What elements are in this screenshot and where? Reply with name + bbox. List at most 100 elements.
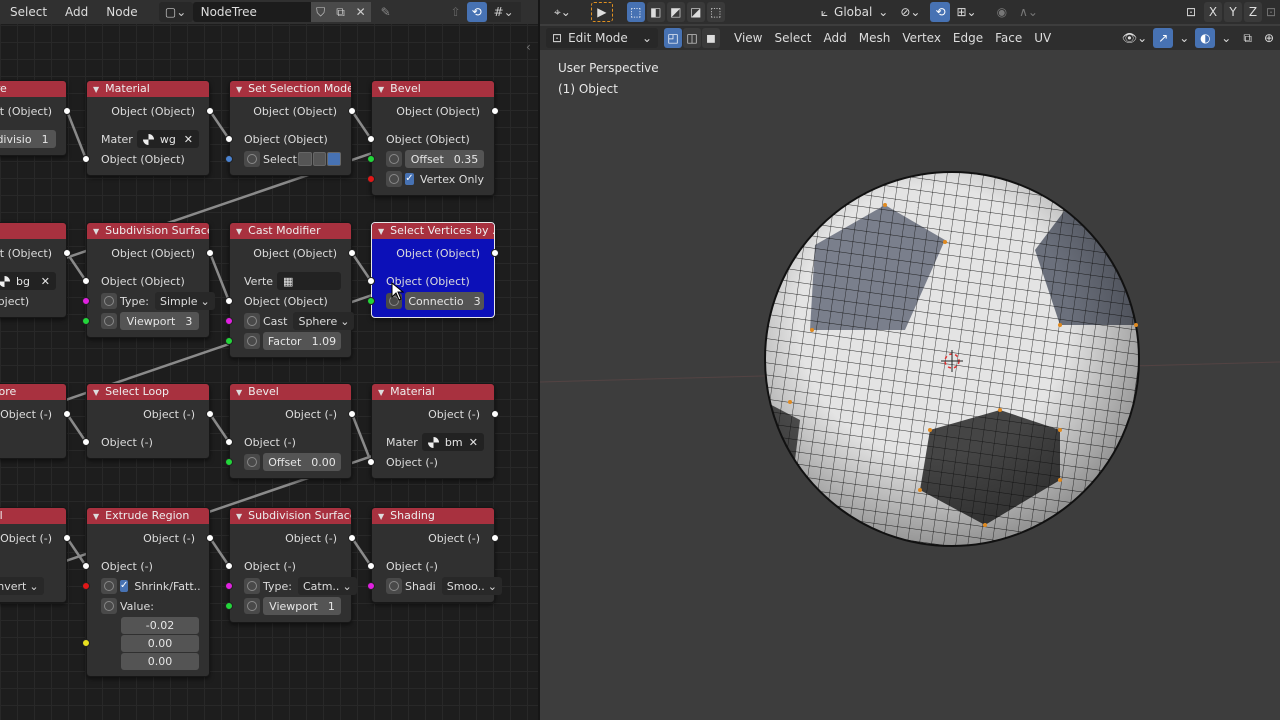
node[interactable]: ▼ Bevel Object (Object) Object (Object) Offs… <box>367 80 499 196</box>
input-socket[interactable] <box>225 458 233 466</box>
node[interactable]: ▼ Select Vertices by ... Object (Object) Ob… <box>367 222 499 318</box>
value-field[interactable]: Connectio 3 <box>405 292 484 310</box>
input-socket[interactable] <box>225 155 233 163</box>
output-socket[interactable] <box>206 410 214 418</box>
checkbox[interactable]: ✓ <box>120 580 129 592</box>
node[interactable]: ▼ Subdivision Surface... Object (-) Object … <box>225 507 357 623</box>
node[interactable]: ▼ Shading Object (-) Object (-) Shadi Smoo.. ⌄ <box>367 507 502 603</box>
input-socket[interactable] <box>225 562 233 570</box>
node-header[interactable]: ▼ Select Loop <box>87 384 209 400</box>
input-socket[interactable] <box>367 277 375 285</box>
collapse-triangle-icon[interactable]: ▼ <box>236 388 242 397</box>
duplicate-icon[interactable]: ⧉ <box>330 2 351 22</box>
select-tool-icon[interactable]: ▶ <box>590 2 613 22</box>
input-socket[interactable] <box>367 135 375 143</box>
input-socket[interactable] <box>82 297 90 305</box>
output-socket[interactable] <box>348 534 356 542</box>
vertex-select-icon[interactable]: ◰ <box>664 28 682 48</box>
snap-target-icon[interactable]: ⊞⌄ <box>950 2 983 22</box>
select-new-icon[interactable]: ⬚ <box>626 2 645 22</box>
edge-select-icon[interactable]: ◫ <box>683 28 701 48</box>
select-subtract-icon[interactable]: ◩ <box>666 2 685 22</box>
snap-icon[interactable]: ⟲ <box>930 2 951 22</box>
vertex-group-field[interactable]: ▦ <box>277 272 341 290</box>
falloff-icon[interactable]: ∧⌄ <box>1013 2 1044 22</box>
node-header[interactable]: ▼ Material <box>372 384 494 400</box>
collapse-triangle-icon[interactable]: ▼ <box>236 512 242 521</box>
input-socket[interactable] <box>225 438 233 446</box>
select-face-icon[interactable] <box>327 152 341 166</box>
clear-x-icon[interactable]: ✕ <box>469 436 478 449</box>
face-select-icon[interactable]: ◼ <box>702 28 720 48</box>
output-socket[interactable] <box>206 534 214 542</box>
proportional-edit-icon[interactable]: ◉ <box>990 2 1014 22</box>
node[interactable]: ▼ Set Selection Mode Object (Object) Object… <box>225 80 356 176</box>
node[interactable]: AllObject (-)-)Invert⌄ <box>0 507 71 603</box>
collapse-triangle-icon[interactable]: ▼ <box>378 388 384 397</box>
input-socket[interactable] <box>225 297 233 305</box>
input-socket[interactable] <box>82 582 90 590</box>
socket-toggle[interactable] <box>101 313 117 329</box>
output-socket[interactable] <box>348 249 356 257</box>
input-socket[interactable] <box>367 458 375 466</box>
value-field[interactable]: Offset 0.00 <box>263 453 341 471</box>
socket-toggle[interactable] <box>244 313 260 329</box>
socket-toggle[interactable] <box>386 151 402 167</box>
fake-user-shield-icon[interactable]: ⛉ <box>310 2 331 22</box>
node[interactable]: ▼Subdivision Surface...Object (Object)Ob… <box>82 222 215 338</box>
dropdown[interactable]: Simple ⌄ <box>154 292 215 310</box>
output-socket[interactable] <box>491 410 499 418</box>
collapse-triangle-icon[interactable]: ▼ <box>378 85 384 94</box>
output-socket[interactable] <box>348 107 356 115</box>
collapse-triangle-icon[interactable]: ▼ <box>236 227 242 236</box>
select-intersect-icon[interactable]: ⬚ <box>706 2 725 22</box>
node-header[interactable]: More <box>0 384 66 400</box>
input-socket[interactable] <box>367 582 375 590</box>
input-socket[interactable] <box>82 438 90 446</box>
output-socket[interactable] <box>206 107 214 115</box>
mode-dropdown[interactable]: ⊡ Edit Mode ⌄ <box>546 28 658 48</box>
vector-component-field[interactable]: 0.00 <box>121 634 199 652</box>
value-field[interactable]: Viewport 3 <box>120 312 199 330</box>
socket-toggle[interactable] <box>101 598 117 614</box>
dropdown[interactable]: Smoo.. ⌄ <box>441 577 502 595</box>
input-socket[interactable] <box>367 155 375 163</box>
node-header[interactable]: ▼ Cast Modifier <box>230 223 351 239</box>
input-socket[interactable] <box>82 155 90 163</box>
overlays-icon[interactable]: ◐ <box>1195 28 1216 48</box>
input-socket[interactable] <box>225 602 233 610</box>
socket-toggle[interactable] <box>101 578 117 594</box>
visibility-icon[interactable]: 👁⌄ <box>1115 28 1154 48</box>
wireframe-shading-icon[interactable]: ⊕ <box>1257 28 1280 48</box>
xray-icon[interactable]: ⧉ <box>1237 28 1258 48</box>
output-socket[interactable] <box>63 410 71 418</box>
socket-toggle[interactable] <box>244 598 260 614</box>
dropdown[interactable]: Invert⌄ <box>0 577 44 595</box>
node[interactable]: More Object (-) -) <box>0 383 71 459</box>
output-socket[interactable] <box>63 107 71 115</box>
close-icon[interactable]: ✕ <box>350 2 371 22</box>
input-socket[interactable] <box>225 582 233 590</box>
overlays-dropdown-icon[interactable]: ⌄ <box>1215 28 1238 48</box>
menu-view[interactable]: View <box>728 28 769 48</box>
menu-mesh[interactable]: Mesh <box>852 28 897 48</box>
menu-edge[interactable]: Edge <box>946 28 990 48</box>
gizmo-dropdown-icon[interactable]: ⌄ <box>1173 28 1196 48</box>
node-header[interactable]: ▼ Shading <box>372 508 494 524</box>
node-header[interactable]: ▼ Bevel <box>372 81 494 97</box>
node-header[interactable]: ▼ Subdivision Surface... <box>87 223 209 239</box>
output-socket[interactable] <box>63 534 71 542</box>
select-invert-icon[interactable]: ◪ <box>686 2 705 22</box>
mesh-options-icon[interactable]: ⊡ <box>1262 2 1280 22</box>
material-field[interactable]: bm ✕ <box>421 433 484 451</box>
node-header[interactable]: ▼ Set Selection Mode <box>230 81 351 97</box>
gizmo-icon[interactable]: ↗ <box>1153 28 1174 48</box>
dropdown[interactable]: Catm.. ⌄ <box>297 577 357 595</box>
mirror-y-button[interactable]: Y <box>1224 2 1242 22</box>
value-field[interactable]: Factor 1.09 <box>263 332 341 350</box>
input-socket[interactable] <box>367 562 375 570</box>
collapse-triangle-icon[interactable]: ▼ <box>378 227 384 236</box>
node[interactable]: l ct (Object) bg ✕ Object) <box>0 222 71 318</box>
value-field[interactable]: divisio 1 <box>0 130 56 148</box>
socket-toggle[interactable] <box>244 333 260 349</box>
